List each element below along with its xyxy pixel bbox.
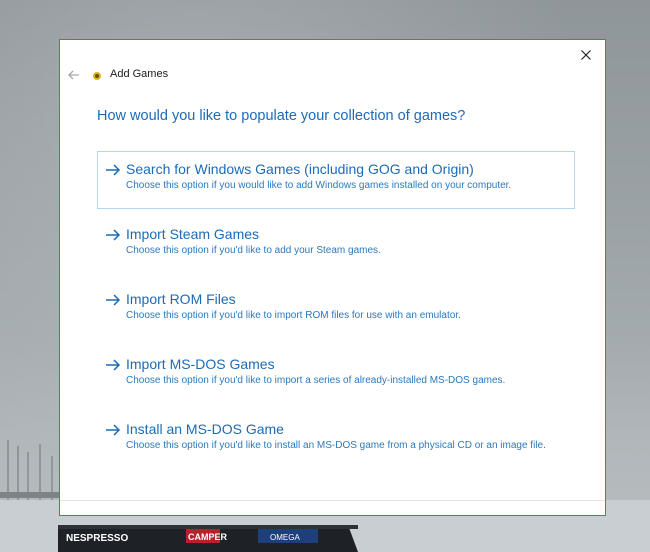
arrow-right-icon	[106, 359, 121, 371]
add-games-dialog: Add Games How would you like to populate…	[59, 39, 606, 516]
close-button[interactable]	[575, 44, 597, 66]
back-arrow-icon	[68, 70, 79, 80]
back-button[interactable]	[66, 67, 82, 83]
option-title: Import MS-DOS Games	[126, 356, 275, 372]
option-search-windows-games[interactable]: Search for Windows Games (including GOG …	[97, 151, 575, 209]
arrow-right-icon	[106, 164, 121, 176]
boat-label-omega: OMEGA	[270, 533, 300, 542]
options-list: Search for Windows Games (including GOG …	[97, 151, 575, 476]
option-description: Choose this option if you'd like to add …	[126, 245, 381, 256]
boat-label-camper: CAMPER	[188, 532, 228, 542]
option-install-ms-dos-game[interactable]: Install an MS-DOS Game Choose this optio…	[97, 411, 575, 469]
option-title: Import Steam Games	[126, 226, 260, 242]
question-heading: How would you like to populate your coll…	[97, 108, 466, 124]
dialog-title: Add Games	[110, 68, 169, 80]
arrow-right-icon	[106, 424, 121, 436]
title-bar: Add Games	[60, 64, 605, 86]
option-title: Install an MS-DOS Game	[126, 421, 284, 437]
footer-divider	[60, 500, 605, 501]
option-import-steam-games[interactable]: Import Steam Games Choose this option if…	[97, 216, 575, 274]
racing-boat-image: NESPRESSO CAMPER OMEGA	[58, 525, 358, 552]
close-icon	[581, 50, 591, 60]
option-title: Import ROM Files	[126, 291, 236, 307]
option-import-ms-dos-games[interactable]: Import MS-DOS Games Choose this option i…	[97, 346, 575, 404]
option-description: Choose this option if you'd like to impo…	[126, 375, 506, 386]
boat-label-nespresso: NESPRESSO	[66, 533, 128, 544]
option-import-rom-files[interactable]: Import ROM Files Choose this option if y…	[97, 281, 575, 339]
option-description: Choose this option if you'd like to impo…	[126, 310, 461, 321]
arrow-right-icon	[106, 294, 121, 306]
option-description: Choose this option if you'd like to inst…	[126, 440, 546, 451]
app-logo-icon	[93, 72, 101, 80]
arrow-right-icon	[106, 229, 121, 241]
option-description: Choose this option if you would like to …	[126, 180, 512, 191]
option-title: Search for Windows Games (including GOG …	[126, 161, 474, 177]
